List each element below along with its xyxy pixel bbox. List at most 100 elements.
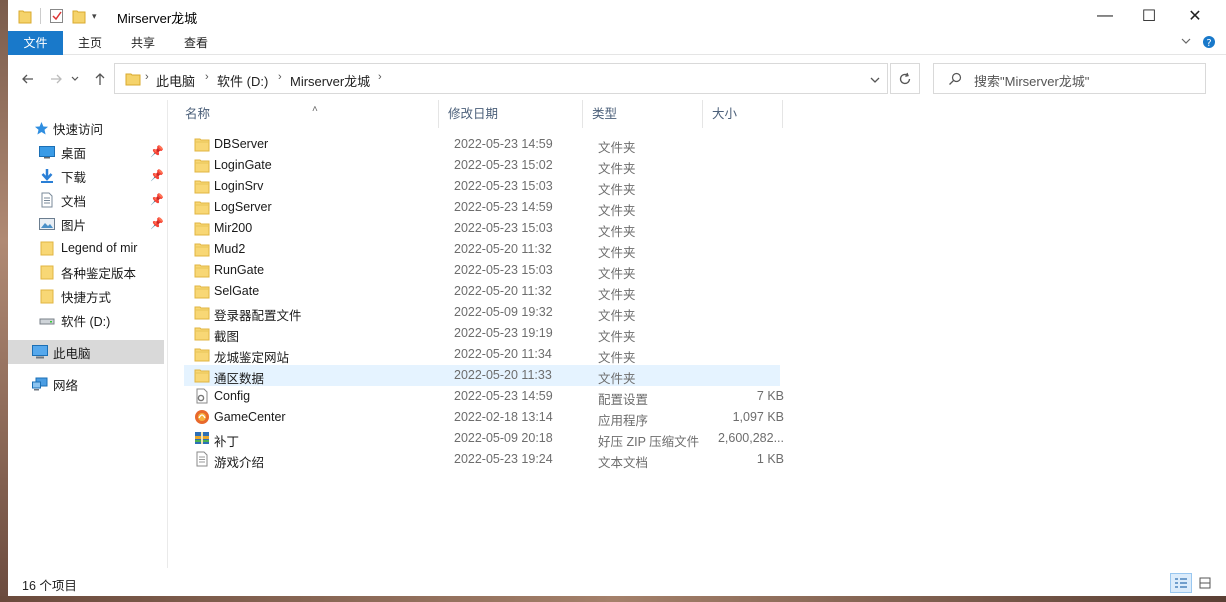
file-explorer-window: ▾ Mirserver龙城 — ☐ ✕ 文件 主页 共享 查看 ? › 此电脑 … [8,0,1226,596]
file-row[interactable]: LogServer 2022-05-23 14:59 文件夹 [184,197,780,218]
sidebar-item-drive-d[interactable]: 软件 (D:) [8,308,164,332]
file-type: 应用程序 [598,414,649,428]
tab-view[interactable]: 查看 [172,31,220,55]
folder-icon [194,285,210,299]
file-row[interactable]: 通区数据 2022-05-20 11:33 文件夹 [184,365,780,386]
file-type: 文件夹 [598,267,636,281]
file-row[interactable]: 游戏介绍 2022-05-23 19:24 文本文档 1 KB [184,449,784,470]
sidebar-item-network[interactable]: 网络 [8,372,164,396]
file-row[interactable]: 截图 2022-05-23 19:19 文件夹 [184,323,780,344]
file-modified-date: 2022-05-23 15:03 [454,221,553,235]
file-row[interactable]: Mud2 2022-05-20 11:32 文件夹 [184,239,780,260]
folder-icon [194,180,210,194]
large-icons-view-button[interactable] [1194,573,1216,593]
column-header-label: 名称 [185,107,211,121]
tab-home[interactable]: 主页 [66,31,114,55]
folder-icon [40,241,54,256]
file-type: 文件夹 [598,204,636,218]
file-name: 游戏介绍 [214,456,265,470]
breadcrumb-mirserver[interactable]: Mirserver龙城 [290,71,370,90]
file-row[interactable]: SelGate 2022-05-20 11:32 文件夹 [184,281,780,302]
file-row[interactable]: 龙城鉴定网站 2022-05-20 11:34 文件夹 [184,344,780,365]
folder-icon [194,222,210,236]
folder-icon [194,348,210,362]
breadcrumb-this-pc[interactable]: 此电脑 [156,71,195,90]
help-icon[interactable]: ? [1202,35,1216,52]
download-icon [41,169,53,183]
file-list: 名称 ˄ 修改日期 类型 大小 DBServer 2022-05-23 14:59… [176,100,1226,568]
maximize-button[interactable]: ☐ [1126,0,1172,31]
pin-icon[interactable]: 📌 [150,217,164,230]
sidebar-item-downloads[interactable]: 下载 📌 [8,164,164,188]
file-row[interactable]: DBServer 2022-05-23 14:59 文件夹 [184,134,780,155]
recent-locations-button[interactable] [68,69,82,89]
file-size: 1,097 KB [732,410,784,424]
tab-share[interactable]: 共享 [120,31,166,55]
sidebar-item-quick-access[interactable]: 快速访问 [8,116,164,140]
file-row[interactable]: GameCenter 2022-02-18 13:14 应用程序 1,097 KB [184,407,784,428]
file-name: LoginGate [214,158,272,172]
svg-text:?: ? [1206,38,1211,49]
tab-file[interactable]: 文件 [8,31,63,55]
file-modified-date: 2022-05-20 11:34 [454,347,552,361]
column-header-date[interactable]: 修改日期 [439,100,583,128]
refresh-button[interactable] [890,63,920,94]
sidebar-item-label: 各种鉴定版本 [61,266,137,281]
sidebar-item-versions[interactable]: 各种鉴定版本 [8,260,164,284]
column-header-name[interactable]: 名称 ˄ [176,100,439,128]
details-view-button[interactable] [1170,573,1192,593]
config-file-icon [196,388,208,404]
close-button[interactable]: ✕ [1172,0,1218,31]
file-type: 文件夹 [598,225,636,239]
folder-icon [194,369,210,383]
file-name: 登录器配置文件 [214,309,302,323]
sidebar-item-documents[interactable]: 文档 📌 [8,188,164,212]
chevron-down-icon [71,76,79,81]
sidebar-item-label: 此电脑 [53,346,91,361]
file-modified-date: 2022-05-23 14:59 [454,200,553,214]
sidebar-item-label: 软件 (D:) [61,314,111,329]
column-header-size[interactable]: 大小 [703,100,783,128]
file-modified-date: 2022-05-20 11:32 [454,284,552,298]
back-button[interactable] [18,69,38,89]
search-input[interactable]: 搜索"Mirserver龙城" [933,63,1206,94]
computer-icon [32,345,48,359]
breadcrumb-separator: › [145,71,149,83]
new-folder-icon[interactable] [72,8,86,24]
folder-icon [40,265,54,280]
breadcrumb-separator: › [278,71,282,83]
file-row[interactable]: 补丁 2022-05-09 20:18 好压 ZIP 压缩文件 2,600,282..… [184,428,784,449]
breadcrumb-drive-d[interactable]: 软件 (D:) [217,71,268,90]
file-type: 文件夹 [598,162,636,176]
sidebar-item-this-pc[interactable]: 此电脑 [8,340,164,364]
minimize-button[interactable]: — [1082,0,1128,31]
star-icon [35,121,48,134]
file-row[interactable]: RunGate 2022-05-23 15:03 文件夹 [184,260,780,281]
sidebar-item-legend-of-mir[interactable]: Legend of mir [8,236,164,260]
sort-ascending-icon: ˄ [312,104,318,115]
sidebar-item-desktop[interactable]: 桌面 📌 [8,140,164,164]
up-button[interactable] [90,69,110,89]
pin-icon[interactable]: 📌 [150,169,164,182]
file-row[interactable]: LoginGate 2022-05-23 15:02 文件夹 [184,155,780,176]
address-history-icon[interactable] [869,74,881,86]
properties-icon[interactable] [49,8,64,24]
file-row[interactable]: LoginSrv 2022-05-23 15:03 文件夹 [184,176,780,197]
sidebar-item-pictures[interactable]: 图片 📌 [8,212,164,236]
pin-icon[interactable]: 📌 [150,145,164,158]
ribbon-tabs: 文件 主页 共享 查看 ? [8,31,1226,55]
expand-ribbon-icon[interactable] [1180,35,1192,50]
column-header-type[interactable]: 类型 [583,100,703,128]
address-bar[interactable]: › 此电脑 › 软件 (D:) › Mirserver龙城 › [114,63,888,94]
forward-button[interactable] [46,69,66,89]
file-modified-date: 2022-05-23 15:03 [454,263,553,277]
pin-icon[interactable]: 📌 [150,193,164,206]
folder-icon [194,327,210,341]
customize-toolbar-icon[interactable]: ▾ [92,11,97,22]
file-row[interactable]: 登录器配置文件 2022-05-09 19:32 文件夹 [184,302,780,323]
text-file-icon [196,451,208,467]
sidebar-item-shortcuts[interactable]: 快捷方式 [8,284,164,308]
file-row[interactable]: Config 2022-05-23 14:59 配置设置 7 KB [184,386,784,407]
file-row[interactable]: Mir200 2022-05-23 15:03 文件夹 [184,218,780,239]
column-header-label: 修改日期 [448,107,499,121]
